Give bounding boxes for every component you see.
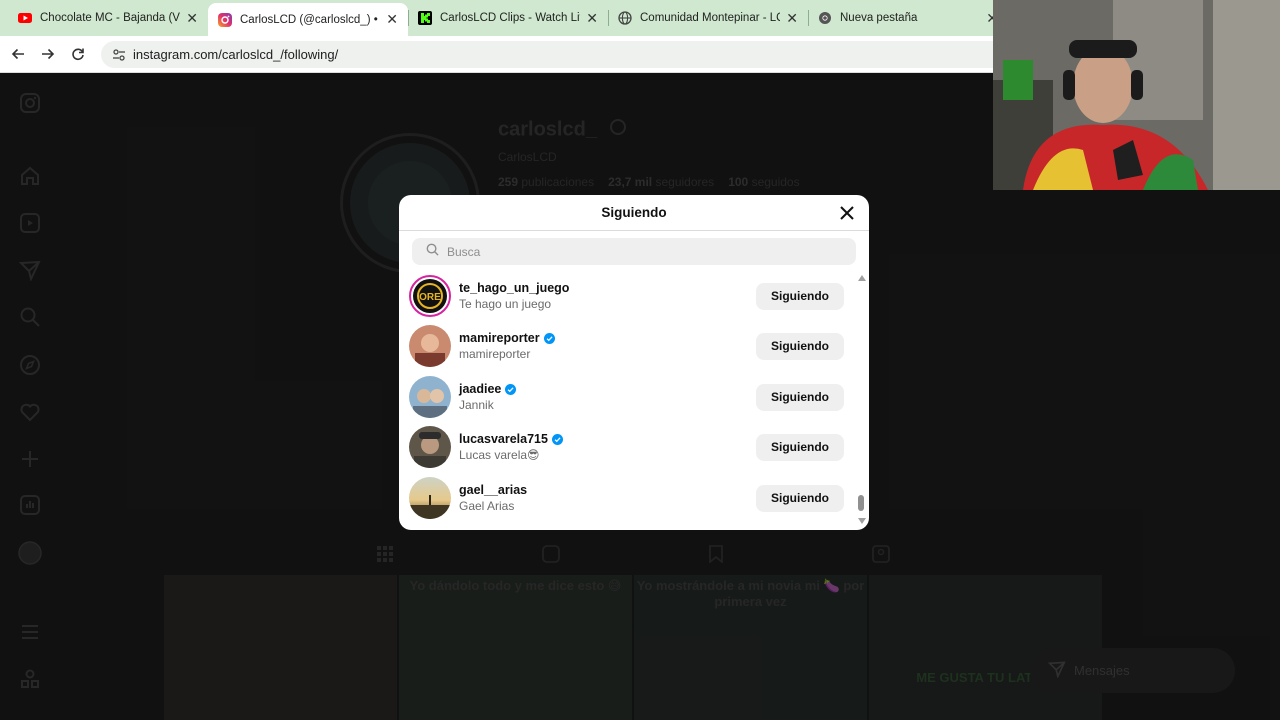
tab-carloslcd-clips[interactable]: CarlosLCD Clips - Watch Live on ✕: [408, 3, 608, 33]
close-icon[interactable]: [837, 203, 857, 223]
back-button[interactable]: [8, 44, 28, 64]
list-item[interactable]: jaadiee Jannik Siguiendo: [409, 374, 849, 420]
username[interactable]: mamireporter: [459, 331, 756, 345]
forward-button[interactable]: [38, 44, 58, 64]
tab-title: Comunidad Montepinar - LQSA: [640, 12, 780, 24]
full-name: Gael Arias: [459, 499, 515, 513]
following-list: ORE te_hago_un_juego Te hago un juego Si…: [399, 273, 869, 530]
tab-nueva-pestana[interactable]: Nueva pestaña ✕: [808, 3, 1008, 33]
full-name: Jannik: [459, 398, 494, 412]
following-button[interactable]: Siguiendo: [756, 484, 844, 512]
username[interactable]: gael__arias: [459, 483, 756, 497]
dialog-title: Siguiendo: [601, 205, 667, 220]
instagram-icon: [218, 12, 232, 27]
chrome-icon: [818, 11, 832, 25]
avatar[interactable]: [409, 325, 451, 367]
close-icon[interactable]: ✕: [786, 10, 798, 27]
full-name: Lucas varela😎: [459, 448, 540, 462]
username[interactable]: te_hago_un_juego: [459, 281, 756, 295]
avatar[interactable]: [409, 426, 451, 468]
tab-title: CarlosLCD Clips - Watch Live on: [440, 12, 580, 24]
scroll-thumb[interactable]: [858, 495, 864, 511]
verified-badge-icon: [543, 332, 555, 344]
following-button[interactable]: Siguiendo: [756, 282, 844, 310]
close-icon[interactable]: ✕: [586, 10, 598, 27]
site-settings-icon[interactable]: [111, 47, 127, 63]
tab-comunidad-montepinar[interactable]: Comunidad Montepinar - LQSA ✕: [608, 3, 808, 33]
following-button[interactable]: Siguiendo: [756, 383, 844, 411]
following-button[interactable]: Siguiendo: [756, 332, 844, 360]
avatar[interactable]: ORE: [409, 275, 451, 317]
tab-title: CarlosLCD (@carloslcd_) • Fotos: [240, 13, 380, 26]
svg-text:ORE: ORE: [419, 292, 441, 303]
list-item[interactable]: ORE te_hago_un_juego Te hago un juego Si…: [409, 273, 849, 319]
close-icon[interactable]: ✕: [186, 10, 198, 27]
tab-carloslcd-instagram[interactable]: CarlosLCD (@carloslcd_) • Fotos ✕: [208, 3, 408, 36]
youtube-icon: [18, 11, 32, 25]
kick-icon: [418, 11, 432, 25]
close-icon[interactable]: ✕: [386, 11, 398, 28]
dialog-header: Siguiendo: [399, 195, 869, 231]
following-button[interactable]: Siguiendo: [756, 433, 844, 461]
globe-icon: [618, 11, 632, 25]
tab-title: Nueva pestaña: [840, 12, 918, 24]
full-name: mamireporter: [459, 347, 531, 361]
username[interactable]: lucasvarela715: [459, 432, 756, 446]
list-scrollbar[interactable]: [858, 273, 866, 525]
reload-button[interactable]: [68, 44, 88, 64]
avatar[interactable]: [409, 477, 451, 519]
list-item[interactable]: mamireporter mamireporter Siguiendo: [409, 323, 849, 369]
full-name: Te hago un juego: [459, 297, 552, 311]
search-input[interactable]: [447, 244, 827, 259]
scroll-up-arrow-icon[interactable]: [858, 275, 866, 281]
scroll-down-arrow-icon[interactable]: [858, 518, 866, 524]
verified-badge-icon: [505, 383, 517, 395]
tab-title: Chocolate MC - Bajanda (Video: [40, 12, 180, 24]
username[interactable]: jaadiee: [459, 382, 756, 396]
list-item[interactable]: gael__arias Gael Arias Siguiendo: [409, 475, 849, 521]
search-field[interactable]: [412, 238, 856, 265]
avatar[interactable]: [409, 376, 451, 418]
list-item[interactable]: lucasvarela715 Lucas varela😎 Siguiendo: [409, 424, 849, 470]
search-icon: [426, 243, 439, 261]
webcam-overlay: [993, 0, 1280, 190]
tab-chocolate-mc[interactable]: Chocolate MC - Bajanda (Video ✕: [8, 3, 208, 33]
url-text: instagram.com/carloslcd_/following/: [133, 47, 339, 62]
following-dialog: Siguiendo ORE te_hago_un_juego Te hago u…: [399, 195, 869, 530]
verified-badge-icon: [551, 433, 563, 445]
